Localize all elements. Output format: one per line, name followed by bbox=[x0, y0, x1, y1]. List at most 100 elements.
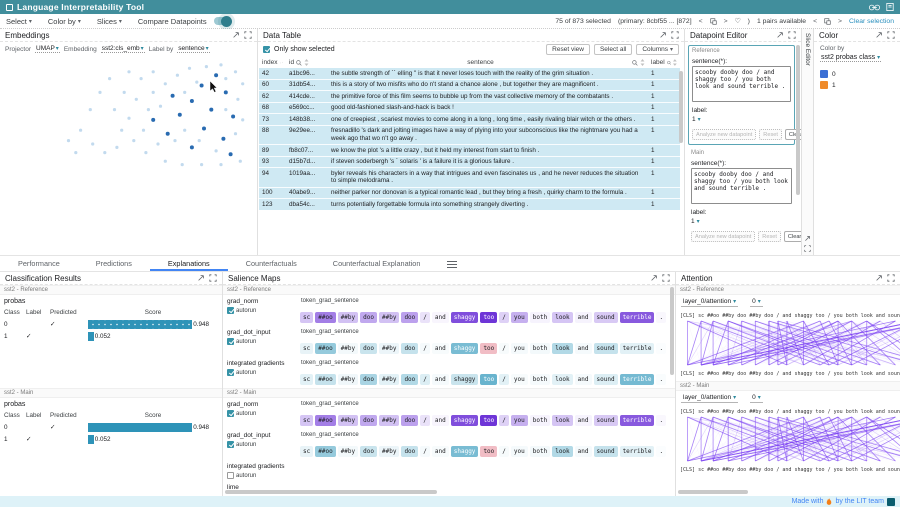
maximize-icon[interactable] bbox=[209, 274, 217, 282]
reset-view-button[interactable]: Reset view bbox=[546, 44, 590, 55]
popout-icon[interactable] bbox=[875, 274, 883, 282]
salience-token[interactable]: you bbox=[511, 374, 528, 385]
vertical-scrollbar[interactable] bbox=[670, 287, 674, 375]
checkbox-icon[interactable] bbox=[227, 441, 234, 448]
autorun-checkbox[interactable]: autorun bbox=[227, 369, 299, 376]
embedding-datapoint[interactable] bbox=[135, 98, 138, 101]
classification-row[interactable]: 0✓0.948 bbox=[4, 318, 218, 330]
embedding-datapoint[interactable] bbox=[173, 139, 176, 142]
salience-token[interactable]: terrible bbox=[620, 343, 655, 354]
salience-token[interactable]: shaggy bbox=[451, 374, 479, 385]
labelby-select[interactable]: sentence▾ bbox=[177, 45, 209, 53]
label-select[interactable]: 1▾ bbox=[691, 218, 700, 225]
salience-token[interactable]: sc bbox=[300, 374, 313, 385]
salience-token[interactable]: shaggy bbox=[451, 415, 479, 426]
salience-token[interactable]: doo bbox=[360, 312, 377, 323]
salience-token[interactable]: . bbox=[656, 312, 666, 323]
embedding-datapoint[interactable] bbox=[151, 118, 155, 122]
salience-token[interactable]: shaggy bbox=[451, 343, 479, 354]
embedding-datapoint[interactable] bbox=[198, 139, 201, 142]
salience-token[interactable]: ##oo bbox=[315, 312, 335, 323]
salience-token[interactable]: / bbox=[499, 374, 509, 385]
embedding-datapoint[interactable] bbox=[214, 73, 218, 77]
maximize-icon[interactable] bbox=[662, 274, 670, 282]
salience-token[interactable]: ##by bbox=[338, 312, 358, 323]
salience-token[interactable]: sound bbox=[594, 312, 618, 323]
salience-token[interactable]: ##by bbox=[338, 374, 358, 385]
embedding-datapoint[interactable] bbox=[113, 108, 116, 111]
salience-token[interactable]: both bbox=[530, 446, 550, 457]
clear-selection-link[interactable]: Clear selection bbox=[849, 18, 894, 25]
column-header-label[interactable]: label bbox=[648, 57, 680, 68]
salience-token[interactable]: too bbox=[480, 312, 497, 323]
checkbox-icon[interactable] bbox=[227, 307, 234, 314]
popout-icon[interactable] bbox=[650, 274, 658, 282]
embedding-datapoint[interactable] bbox=[123, 91, 126, 94]
tab-predictions[interactable]: Predictions bbox=[78, 256, 150, 271]
table-row[interactable]: 93d15b7d...if steven soderbergh 's ` sol… bbox=[259, 156, 680, 168]
maximize-icon[interactable] bbox=[887, 274, 895, 282]
salience-token[interactable]: ##by bbox=[338, 446, 358, 457]
autorun-checkbox[interactable]: autorun bbox=[227, 472, 299, 479]
salience-token[interactable]: sound bbox=[594, 446, 618, 457]
embedding-datapoint[interactable] bbox=[200, 163, 203, 166]
autorun-checkbox[interactable]: autorun bbox=[227, 441, 299, 448]
salience-token[interactable]: sound bbox=[594, 415, 618, 426]
slices-menu[interactable]: Slices▾ bbox=[97, 17, 122, 26]
salience-token[interactable]: . bbox=[656, 415, 666, 426]
salience-token[interactable]: too bbox=[480, 446, 497, 457]
salience-token[interactable]: ##by bbox=[379, 343, 399, 354]
embedding-datapoint[interactable] bbox=[229, 152, 233, 156]
salience-token[interactable]: doo bbox=[360, 415, 377, 426]
salience-token[interactable]: ##by bbox=[338, 343, 358, 354]
salience-token[interactable]: ##by bbox=[379, 312, 399, 323]
table-row[interactable]: 68e569cc...good old-fashioned slash-and-… bbox=[259, 102, 680, 114]
embedding-datapoint[interactable] bbox=[79, 129, 82, 132]
tab-counterfactuals[interactable]: Counterfactuals bbox=[228, 256, 315, 271]
embedding-datapoint[interactable] bbox=[234, 132, 237, 135]
salience-token[interactable]: and bbox=[575, 343, 592, 354]
tab-explanations[interactable]: Explanations bbox=[150, 256, 228, 271]
salience-token[interactable]: and bbox=[432, 343, 449, 354]
pin-icon[interactable] bbox=[824, 18, 831, 25]
embedding-datapoint[interactable] bbox=[183, 91, 186, 94]
salience-token[interactable]: and bbox=[432, 415, 449, 426]
salience-token[interactable]: and bbox=[575, 374, 592, 385]
embedding-datapoint[interactable] bbox=[156, 142, 159, 145]
salience-token[interactable]: / bbox=[499, 343, 509, 354]
embedding-datapoint[interactable] bbox=[67, 139, 70, 142]
checkbox-icon[interactable] bbox=[227, 369, 234, 376]
table-row[interactable]: 941019aa...byler reveals his characters … bbox=[259, 168, 680, 187]
salience-token[interactable]: / bbox=[420, 312, 430, 323]
salience-token[interactable]: doo bbox=[401, 374, 418, 385]
salience-token[interactable]: / bbox=[420, 415, 430, 426]
embedding-datapoint[interactable] bbox=[127, 117, 130, 120]
salience-token[interactable]: both bbox=[530, 415, 550, 426]
autorun-checkbox[interactable]: autorun bbox=[227, 410, 299, 417]
layer-select[interactable]: layer_0/attention▾ bbox=[681, 394, 738, 403]
expand-icon[interactable] bbox=[804, 235, 811, 242]
autorun-checkbox[interactable]: autorun bbox=[227, 338, 299, 345]
salience-token[interactable]: look bbox=[552, 312, 572, 323]
table-row[interactable]: 10040abe9...neither parker nor donovan i… bbox=[259, 187, 680, 199]
salience-token[interactable]: doo bbox=[360, 374, 377, 385]
embedding-datapoint[interactable] bbox=[164, 160, 167, 163]
embedding-datapoint[interactable] bbox=[205, 65, 208, 68]
salience-token[interactable]: doo bbox=[401, 415, 418, 426]
sentence-input[interactable] bbox=[691, 168, 792, 204]
embedding-datapoint[interactable] bbox=[224, 108, 227, 111]
table-row[interactable]: 62414cde...the primitive force of this f… bbox=[259, 91, 680, 103]
embedding-datapoint[interactable] bbox=[147, 108, 150, 111]
next-pair-button[interactable]: > bbox=[838, 18, 842, 25]
salience-token[interactable]: you bbox=[511, 415, 528, 426]
salience-token[interactable]: terrible bbox=[620, 415, 655, 426]
embedding-datapoint[interactable] bbox=[200, 84, 204, 88]
table-row[interactable]: 42a1bc96...the subtle strength of `` ell… bbox=[259, 68, 680, 79]
maximize-icon[interactable] bbox=[887, 31, 895, 39]
table-row[interactable]: 123dba54c...turns potentially forgettabl… bbox=[259, 199, 680, 211]
salience-token[interactable]: ##oo bbox=[315, 446, 335, 457]
embedding-datapoint[interactable] bbox=[120, 129, 123, 132]
salience-token[interactable]: and bbox=[575, 446, 592, 457]
embedding-datapoint[interactable] bbox=[152, 91, 155, 94]
analyze-new-datapoint-button[interactable]: Analyze new datapoint bbox=[692, 129, 756, 140]
